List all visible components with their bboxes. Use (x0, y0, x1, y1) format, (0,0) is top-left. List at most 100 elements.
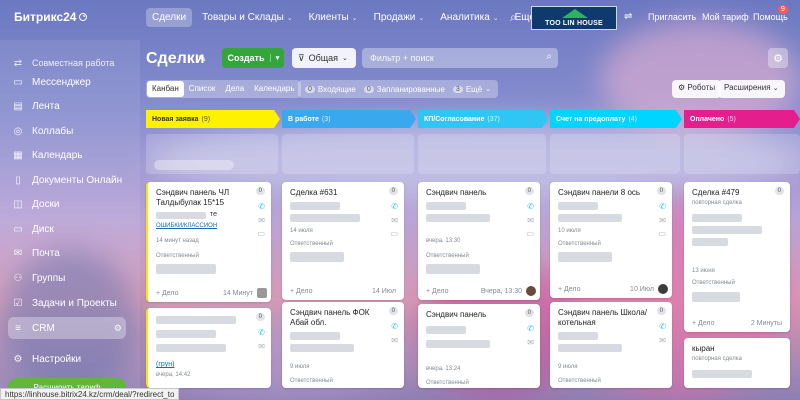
counter-planned[interactable]: 0 Запланированные (361, 85, 448, 94)
stage-proposal[interactable]: КП/Согласование (37) (418, 110, 548, 128)
counter-more[interactable]: 3 Ещё ⌄ (450, 85, 494, 94)
search-icon[interactable]: ⌕ (510, 10, 517, 25)
view-calendar[interactable]: Календарь (249, 81, 299, 97)
invite-button[interactable]: Пригласить (648, 12, 696, 22)
deal-card[interactable]: кыран повторная сделка (684, 338, 790, 388)
tab-deals[interactable]: Сделки (146, 8, 193, 27)
gear-icon[interactable]: ⚙ (114, 323, 122, 334)
phone-icon[interactable]: ✆ (258, 328, 265, 337)
counter-inbox[interactable]: 0 Входящие (302, 85, 359, 94)
sidebar-item-documents[interactable]: ▯ Документы Онлайн (8, 169, 126, 191)
chevron-down-icon[interactable]: ▾ (270, 54, 284, 62)
deal-title[interactable]: Сделка #479 (692, 188, 788, 198)
deal-title[interactable]: кыран (692, 344, 788, 354)
phone-icon[interactable]: ✆ (391, 322, 398, 331)
mail-icon[interactable]: ✉ (391, 216, 398, 225)
deal-contact-link[interactable]: (грун) (156, 361, 174, 368)
add-activity-button[interactable]: + Дело (290, 288, 313, 295)
view-kanban[interactable]: Канбан (147, 81, 184, 97)
mail-icon[interactable]: ✉ (527, 338, 534, 347)
tab-sales[interactable]: Продажи ⌄ (368, 8, 431, 27)
deal-card[interactable]: Сэндвич панель ЧЛ Талдыбулак 15*15 0 ✆ ✉… (146, 182, 271, 302)
my-tariff-button[interactable]: Мой тариф (702, 12, 749, 22)
sidebar-item-boards[interactable]: ◫ Доски (8, 193, 126, 215)
deal-title[interactable]: Сэндвич панель (426, 310, 522, 320)
chat-icon[interactable]: ▭ (658, 229, 666, 238)
gear-icon[interactable]: ⚙ (768, 48, 788, 68)
sidebar-item-tasks[interactable]: ☑ Задачи и Проекты (8, 292, 126, 314)
stage-paid[interactable]: Оплачено (5) (684, 110, 800, 128)
sidebar-item-disk[interactable]: ▭ Диск (8, 218, 126, 240)
stage-in-progress[interactable]: В работе (3) (282, 110, 416, 128)
tab-analytics[interactable]: Аналитика ⌄ (434, 8, 504, 27)
stage-invoice[interactable]: Счет на предоплату (4) (550, 110, 682, 128)
mail-icon[interactable]: ✉ (527, 216, 534, 225)
phone-icon[interactable]: ✆ (527, 324, 534, 333)
add-activity-button[interactable]: + Дело (558, 286, 581, 293)
deal-title[interactable]: Сэндвич панель ЧЛ Талдыбулак 15*15 (156, 188, 252, 208)
view-activities[interactable]: Дела (220, 81, 249, 97)
sidebar-item-mail[interactable]: ✉ Почта (8, 242, 126, 264)
create-button[interactable]: Создать ▾ (222, 48, 284, 68)
filter-preset-select[interactable]: ⊽ Общая ⌄ (292, 48, 356, 68)
mail-icon[interactable]: ✉ (659, 216, 666, 225)
avatar[interactable] (257, 288, 267, 298)
phone-icon[interactable]: ✆ (659, 202, 666, 211)
deal-contact-link[interactable]: ОШИБКИ/КЛАССИОН (156, 223, 217, 229)
deal-title[interactable]: Сэндвич панель Школа/ котельная (558, 308, 654, 328)
deal-card[interactable]: Сэндвич панель 0 ✆ ✉ вчера, 13:24 Ответс… (418, 304, 540, 388)
tab-products[interactable]: Товары и Склады ⌄ (196, 8, 299, 27)
deal-card[interactable]: Сэндвич панели 8 ось 0 ✆ ✉ ▭ 10 июля Отв… (550, 182, 672, 298)
deal-card[interactable]: Сделка #479 0 повторная сделка 13 июня О… (684, 182, 790, 332)
chat-icon[interactable]: ▭ (390, 229, 398, 238)
phone-icon[interactable]: ✆ (527, 202, 534, 211)
robots-button[interactable]: ⚙ Роботы (672, 80, 722, 98)
sliders-icon[interactable]: ⇌ (624, 11, 632, 22)
chat-icon[interactable]: ▭ (257, 229, 265, 238)
view-list[interactable]: Список (184, 81, 221, 97)
sidebar-item-settings[interactable]: ⚙ Настройки (8, 348, 126, 370)
deal-title[interactable]: Сэндвич панель (426, 188, 522, 198)
mail-icon[interactable]: ✉ (659, 336, 666, 345)
mail-icon[interactable]: ✉ (258, 216, 265, 225)
deal-card[interactable]: Сделка #631 0 ✆ ✉ ▭ 14 июля Ответственны… (282, 182, 404, 300)
sidebar-item-crm[interactable]: ≡ CRM ⚙ (8, 317, 126, 339)
deal-card[interactable]: 0 ✆ ✉ (грун) вчера, 14:42 (146, 308, 271, 388)
deal-title[interactable]: Сэндвич панели 8 ось (558, 188, 654, 198)
mail-icon[interactable]: ✉ (258, 342, 265, 351)
phone-icon[interactable]: ✆ (258, 202, 265, 211)
stage-new[interactable]: Новая заявка (9) (146, 110, 280, 128)
responsible-user[interactable] (290, 252, 344, 262)
company-logo[interactable]: TOO LIN HOUSE (531, 6, 617, 30)
deal-card[interactable]: Сэндвич панель ФОК Абай обл. 0 ✆ ✉ 9 июл… (282, 302, 404, 388)
responsible-user[interactable] (692, 292, 740, 302)
add-activity-button[interactable]: + Дело (426, 288, 449, 295)
mail-icon[interactable]: ✉ (391, 336, 398, 345)
avatar[interactable] (526, 286, 536, 296)
sidebar-item-collabs[interactable]: ◎ Коллабы (8, 120, 126, 142)
responsible-user[interactable] (558, 252, 612, 262)
search-input[interactable]: Фильтр + поиск ⌕ (362, 48, 558, 68)
deal-title[interactable]: Сэндвич панель ФОК Абай обл. (290, 308, 386, 328)
add-activity-button[interactable]: + Дело (156, 290, 179, 297)
sidebar-item-messenger[interactable]: ▭ Мессенджер (8, 71, 126, 93)
deal-card[interactable]: Сэндвич панель 0 ✆ ✉ ▭ вчера, 13:30 Отве… (418, 182, 540, 300)
responsible-user[interactable] (426, 264, 480, 274)
extensions-button[interactable]: Расширения ⌄ (718, 80, 785, 98)
chat-icon[interactable]: ▭ (526, 229, 534, 238)
quick-add-bar[interactable] (154, 160, 234, 170)
sidebar-item-feed[interactable]: ▤ Лента (8, 95, 126, 117)
deal-card[interactable]: Сэндвич панель Школа/ котельная 0 ✆ ✉ 9 … (550, 302, 672, 388)
sidebar-item-calendar[interactable]: ▦ Календарь (8, 144, 126, 166)
search-icon[interactable]: ⌕ (546, 51, 552, 62)
phone-icon[interactable]: ✆ (659, 322, 666, 331)
add-activity-button[interactable]: + Дело (692, 320, 715, 327)
responsible-user[interactable] (156, 264, 216, 274)
avatar[interactable] (658, 284, 668, 294)
tab-clients[interactable]: Клиенты ⌄ (303, 8, 364, 27)
sidebar-item-groups[interactable]: ⚇ Группы (8, 267, 126, 289)
phone-icon[interactable]: ✆ (391, 202, 398, 211)
app-logo[interactable]: Битрикс24 ◔ (14, 10, 88, 24)
pin-icon[interactable]: ✎ (198, 54, 206, 65)
deal-title[interactable]: Сделка #631 (290, 188, 386, 198)
